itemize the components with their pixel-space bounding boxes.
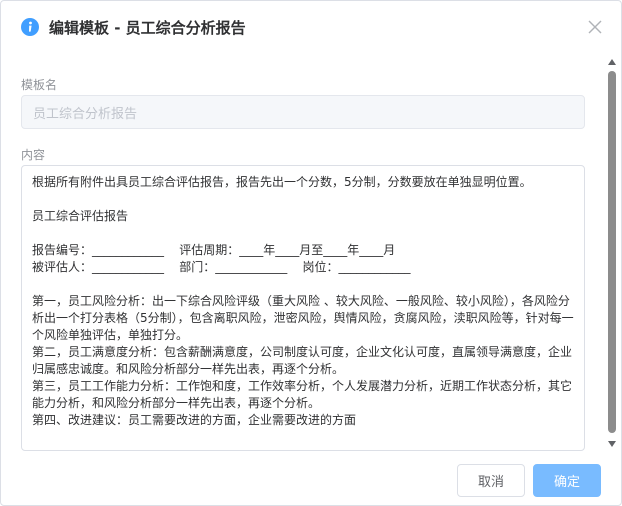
scrollbar-thumb[interactable] xyxy=(608,71,616,433)
close-icon[interactable] xyxy=(587,19,603,35)
template-name-input[interactable] xyxy=(21,95,585,129)
template-name-label: 模板名 xyxy=(21,78,58,92)
dialog-title: 编辑模板 - 员工综合分析报告 xyxy=(49,19,246,37)
scroll-up-arrow-icon[interactable] xyxy=(608,59,616,65)
content-label: 内容 xyxy=(21,148,46,162)
cancel-button[interactable]: 取消 xyxy=(457,464,525,497)
dialog-header: 编辑模板 - 员工综合分析报告 xyxy=(1,1,621,53)
scroll-down-arrow-icon[interactable] xyxy=(608,441,616,447)
info-circle-icon xyxy=(21,18,39,36)
dialog-scrollbar[interactable] xyxy=(605,57,619,449)
content-textarea[interactable]: 根据所有附件出具员工综合评估报告，报告先出一个分数，5分制，分数要放在单独显明位… xyxy=(21,165,585,451)
confirm-button[interactable]: 确定 xyxy=(533,464,601,497)
edit-template-dialog: 编辑模板 - 员工综合分析报告 模板名 内容 根据所有附件出具员工综合评估报告，… xyxy=(0,0,622,506)
